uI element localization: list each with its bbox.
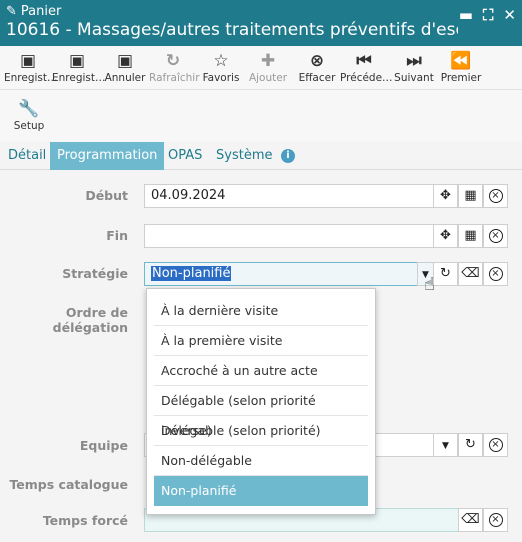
fin-calendar-button[interactable]: ▦ xyxy=(458,224,483,248)
strategie-refresh-button[interactable]: ↻ xyxy=(433,262,458,286)
fin-label: Fin xyxy=(106,228,128,243)
equipe-clear-button[interactable]: × xyxy=(483,433,508,457)
refresh-icon: ↻ xyxy=(465,437,476,452)
minimize-icon[interactable]: ▬ xyxy=(459,6,473,24)
first-button[interactable]: ⏪ Premier xyxy=(440,50,482,84)
setup-bar: 🔧 Setup xyxy=(0,90,522,142)
toolbar-label: Rafraîchir xyxy=(149,72,200,84)
dropdown-option[interactable]: À la dernière visite xyxy=(154,296,368,326)
toolbar-label: Annuler xyxy=(104,72,146,84)
setup-label: Setup xyxy=(13,120,45,132)
dropdown-option[interactable]: Non-délégable xyxy=(154,446,368,476)
clear-icon: × xyxy=(488,437,503,452)
clear-icon: × xyxy=(488,228,503,243)
toolbar-label: Enregist… xyxy=(4,72,58,84)
strategie-selected-text: Non-planifié xyxy=(151,266,232,281)
save-as-icon: ▣ xyxy=(68,51,86,71)
equipe-dropdown-toggle[interactable]: ▼ xyxy=(433,433,458,457)
dropdown-option-selected[interactable]: Non-planifié xyxy=(154,476,368,506)
clear-icon: ⊗ xyxy=(309,51,325,71)
hand-cursor-icon: ☝ xyxy=(424,274,435,295)
refresh-button[interactable]: ↻ Rafraîchir xyxy=(149,50,200,84)
toolbar-label: Suivant xyxy=(394,72,434,84)
toolbar-label: Favoris xyxy=(202,72,240,84)
save-button[interactable]: ▣ Enregist… xyxy=(4,50,58,84)
pencil-icon: ✎ xyxy=(6,4,17,19)
eraser-icon: ⌫ xyxy=(461,266,480,281)
strategie-eraser-button[interactable]: ⌫ xyxy=(458,262,483,286)
clear-icon: × xyxy=(488,188,503,203)
add-button[interactable]: ✚ Ajouter xyxy=(248,50,288,84)
clear-button[interactable]: ⊗ Effacer xyxy=(298,50,336,84)
cancel-save-icon: ▣ xyxy=(116,51,134,71)
dropdown-option[interactable]: Accroché à un autre acte xyxy=(154,356,368,386)
setup-button[interactable]: 🔧 Setup xyxy=(12,98,46,132)
equipe-refresh-button[interactable]: ↻ xyxy=(458,433,483,457)
plus-icon: ✚ xyxy=(260,51,276,71)
clear-icon: × xyxy=(488,266,503,281)
tab-bar: Détail Programmation OPAS Système i xyxy=(0,142,522,170)
temps-force-eraser-button[interactable]: ⌫ xyxy=(458,508,483,532)
save-icon: ▣ xyxy=(19,51,37,71)
window-controls: ▬ ⛶ ✕ xyxy=(459,6,516,24)
fin-clear-button[interactable]: × xyxy=(483,224,508,248)
fin-input[interactable] xyxy=(144,224,434,248)
calendar-icon: ▦ xyxy=(464,188,477,203)
close-icon[interactable]: ✕ xyxy=(503,6,516,24)
strategie-clear-button[interactable]: × xyxy=(483,262,508,286)
temps-force-label: Temps forcé xyxy=(42,513,128,528)
toolbar-label: Ajouter xyxy=(248,72,288,84)
maximize-icon[interactable]: ⛶ xyxy=(483,6,494,24)
strategie-select[interactable]: Non-planifié xyxy=(144,262,418,286)
favorites-button[interactable]: ☆ Favoris xyxy=(202,50,240,84)
debut-input[interactable]: 04.09.2024 xyxy=(144,184,434,208)
calendar-icon: ▦ xyxy=(464,228,477,243)
toolbar: ▣ Enregist… ▣ Enregist… ▣ Annuler ↻ Rafr… xyxy=(0,46,522,90)
toolbar-label: Enregist… xyxy=(52,72,106,84)
debut-label: Début xyxy=(85,188,128,203)
fin-crosshair-button[interactable]: ✥ xyxy=(433,224,458,248)
info-icon[interactable]: i xyxy=(281,149,295,163)
star-icon: ☆ xyxy=(213,51,229,71)
clear-icon: × xyxy=(488,512,503,527)
debut-calendar-button[interactable]: ▦ xyxy=(458,184,483,208)
caret-down-icon: ▼ xyxy=(442,441,449,451)
dropdown-option[interactable]: À la première visite xyxy=(154,326,368,356)
tab-detail[interactable]: Détail xyxy=(1,142,53,170)
dropdown-option[interactable]: Délégable (selon priorité inverse) xyxy=(154,386,368,438)
tab-systeme[interactable]: Système xyxy=(209,142,279,170)
next-button[interactable]: ⏭ Suivant xyxy=(394,50,434,84)
first-icon: ⏪ xyxy=(450,51,472,71)
crosshair-icon: ✥ xyxy=(440,188,451,203)
dropdown-option[interactable]: Délégable (selon priorité) xyxy=(154,416,368,446)
refresh-icon: ↻ xyxy=(440,266,451,281)
previous-icon: ⏮ xyxy=(356,51,372,71)
debut-clear-button[interactable]: × xyxy=(483,184,508,208)
tab-opas[interactable]: OPAS xyxy=(161,142,209,170)
debut-crosshair-button[interactable]: ✥ xyxy=(433,184,458,208)
tab-programmation[interactable]: Programmation xyxy=(50,142,165,170)
save-as-button[interactable]: ▣ Enregist… xyxy=(52,50,106,84)
equipe-label: Equipe xyxy=(79,438,128,453)
window-small-title: ✎ Panier xyxy=(6,4,61,19)
toolbar-label: Premier xyxy=(440,72,482,84)
toolbar-label: Précéde… xyxy=(340,72,393,84)
cancel-button[interactable]: ▣ Annuler xyxy=(104,50,146,84)
window-small-title-text: Panier xyxy=(20,4,62,19)
ordre-label: Ordre de délégation xyxy=(52,305,128,335)
temps-force-clear-button[interactable]: × xyxy=(483,508,508,532)
toolbar-label: Effacer xyxy=(298,72,336,84)
wrench-icon: 🔧 xyxy=(18,99,40,119)
strategie-label: Stratégie xyxy=(62,266,128,281)
title-bar: ✎ Panier 10616 - Massages/autres traitem… xyxy=(0,0,522,46)
crosshair-icon: ✥ xyxy=(440,228,451,243)
temps-catalogue-label: Temps catalogue xyxy=(9,477,128,492)
eraser-icon: ⌫ xyxy=(461,512,480,527)
window-title: 10616 - Massages/autres traitements prév… xyxy=(6,20,458,40)
strategie-dropdown-list: À la dernière visite À la première visit… xyxy=(146,288,376,515)
refresh-icon: ↻ xyxy=(165,51,181,71)
previous-button[interactable]: ⏮ Précéde… xyxy=(340,50,393,84)
next-icon: ⏭ xyxy=(406,51,422,71)
